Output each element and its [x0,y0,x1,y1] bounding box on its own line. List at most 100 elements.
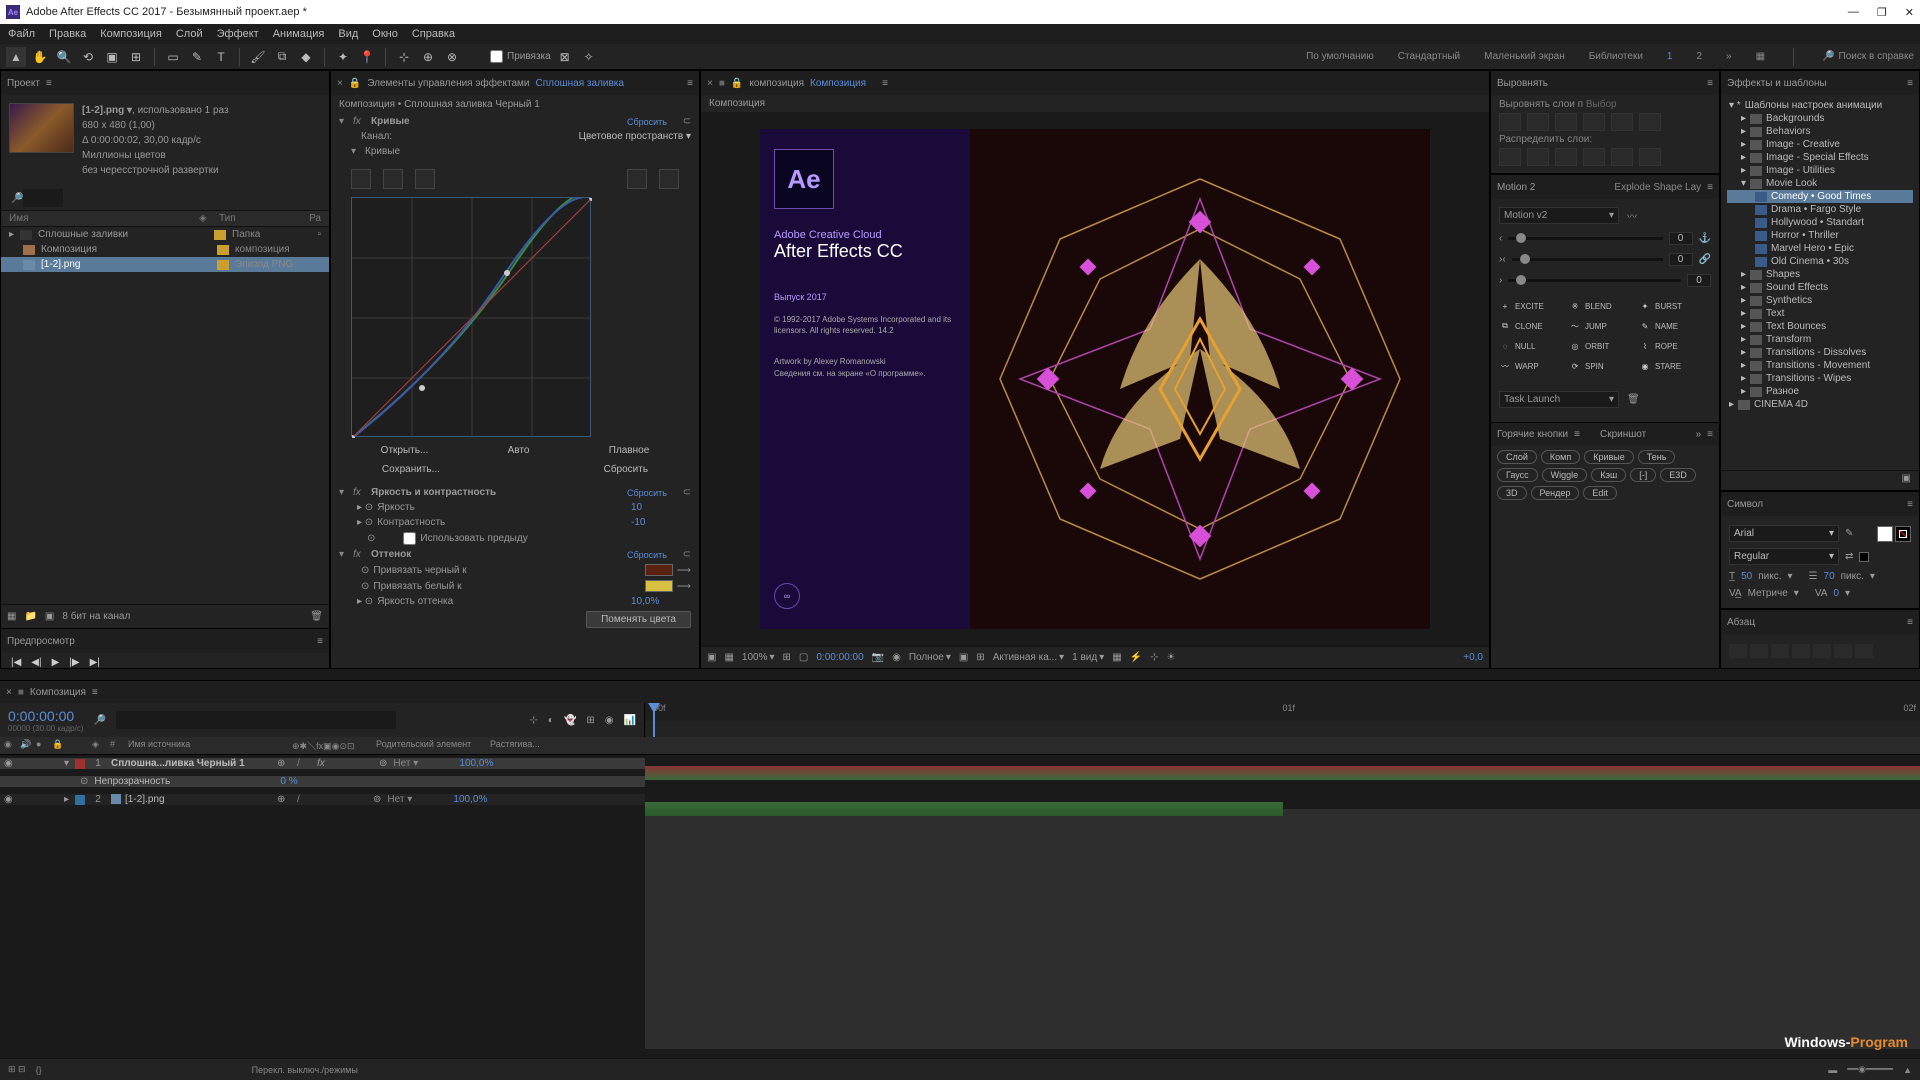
pixel-aspect-icon[interactable]: ▦ [1112,652,1121,663]
first-frame-icon[interactable]: |◀ [11,657,21,668]
panel-menu-icon[interactable]: ≡ [1907,78,1913,89]
curve-tool-bezier[interactable] [627,169,647,189]
maximize-icon[interactable]: ❐ [1877,6,1887,19]
snap-checkbox[interactable] [490,50,503,63]
swap-colors-icon[interactable]: ⇄ [1845,551,1853,562]
curve-smooth-btn[interactable]: Плавное [609,445,650,456]
curve-auto-btn[interactable]: Авто [508,445,530,456]
fill-color-swatch[interactable] [1877,526,1893,542]
shy-icon[interactable]: 👻 [564,715,576,726]
fx-curves-name[interactable]: Кривые [371,116,623,127]
project-search-input[interactable] [23,189,63,207]
flowchart-icon[interactable]: ⊹ [1150,652,1158,663]
view-axis-icon[interactable]: ⊗ [442,47,462,67]
ec-tab-layer[interactable]: Сплошная заливка [535,78,623,89]
transparency-grid-icon[interactable]: ▦ [724,652,733,663]
snap-opt2-icon[interactable]: ✧ [579,47,599,67]
motion-blur-icon[interactable]: ◉ [605,715,614,726]
always-preview-icon[interactable]: ▣ [707,652,716,663]
timeline-icon[interactable]: ⊞ [976,652,984,663]
align-bottom-icon[interactable] [1639,113,1661,131]
preset-drama[interactable]: Drama • Fargo Style [1727,203,1913,216]
frame-blend-icon[interactable]: ⊞ [586,715,594,726]
stare-button[interactable]: ◉STARE [1639,357,1707,375]
workspace-small[interactable]: Маленький экран [1484,51,1565,62]
slider-3[interactable] [1508,279,1681,282]
align-left-icon[interactable] [1499,113,1521,131]
exposure-value[interactable]: +0,0 [1463,652,1483,663]
toggle-switches-icon[interactable]: ⊞ ⊟ [8,1064,26,1075]
roi-icon[interactable]: ▢ [799,652,808,663]
rope-button[interactable]: ⌇ROPE [1639,337,1707,355]
menu-effect[interactable]: Эффект [217,28,259,40]
dist-vcenter-icon[interactable] [1527,148,1549,166]
zoom-tool-icon[interactable]: 🔍 [54,47,74,67]
motion-graph-icon[interactable]: 〰 [1627,208,1637,223]
default-colors-icon[interactable] [1859,552,1869,562]
align-tab[interactable]: Выровнять [1497,78,1548,89]
visibility-icon[interactable]: ◉ [4,758,16,769]
align-top-icon[interactable] [1583,113,1605,131]
draft3d-icon[interactable]: ◐ [548,715,554,726]
text-tool-icon[interactable]: T [211,47,231,67]
justify-center-icon[interactable] [1813,644,1831,658]
pill-layer[interactable]: Слой [1497,450,1537,464]
pill-render[interactable]: Рендер [1531,486,1580,500]
dist-bottom-icon[interactable] [1555,148,1577,166]
workspace-reset-icon[interactable]: ▦ [1756,51,1765,62]
pill-edit[interactable]: Edit [1583,486,1617,500]
name-button[interactable]: ✎NAME [1639,317,1707,335]
panel-menu-icon[interactable]: ≡ [882,78,888,89]
search-help-input[interactable]: Поиск в справке [1839,51,1914,62]
world-axis-icon[interactable]: ⊕ [418,47,438,67]
timeline-search-icon[interactable]: 🔎 [94,715,106,726]
layer-2-row[interactable]: ◉ ▸2 [1-2].png ⊕/ ⊚Нет ▾ 100,0% [0,794,645,806]
pill-shadow[interactable]: Тень [1638,450,1676,464]
fx-tint-name[interactable]: Оттенок [371,549,623,560]
bpc-toggle[interactable]: 8 бит на канал [62,611,130,622]
stretch-value[interactable]: 100,0% [453,794,487,805]
align-left-icon[interactable] [1729,644,1747,658]
prev-frame-icon[interactable]: ◀| [31,657,41,668]
hand-tool-icon[interactable]: ✋ [30,47,50,67]
panel-menu-icon[interactable]: ≡ [46,78,52,89]
curve-reset-btn[interactable]: Сбросить [604,464,648,475]
justify-left-icon[interactable] [1792,644,1810,658]
stretch-value[interactable]: 100,0% [459,758,493,769]
pen-tool-icon[interactable]: ✎ [187,47,207,67]
link-icon[interactable]: 🔗 [1699,254,1711,265]
pill-curves[interactable]: Кривые [1584,450,1634,464]
pill-comp[interactable]: Комп [1541,450,1580,464]
panel-menu-icon[interactable]: ≡ [1707,429,1713,440]
panel-menu-icon[interactable]: ≡ [92,687,98,698]
fx-reset[interactable]: Сбросить [627,550,667,560]
stroke-color-swatch[interactable] [1895,526,1911,542]
curve-mode-3[interactable] [415,169,435,189]
lock-icon[interactable]: 🔒 [731,78,743,89]
slider-1-value[interactable]: 0 [1669,232,1693,245]
panel-menu-icon[interactable]: ≡ [1707,182,1713,193]
burst-button[interactable]: ✦BURST [1639,297,1707,315]
preset-old-cinema[interactable]: Old Cinema • 30s [1727,255,1913,268]
task-launch-dropdown[interactable]: Task Launch▾ [1499,391,1619,408]
paragraph-tab[interactable]: Абзац [1727,617,1755,628]
project-item-footage[interactable]: [1-2].pngЭпизод PNG [1,257,329,272]
snap-opt1-icon[interactable]: ⊠ [555,47,575,67]
hotkeys-tab[interactable]: Горячие кнопки [1497,429,1568,440]
screenshot-tab[interactable]: Скриншот [1600,429,1646,440]
layer-1-row[interactable]: ◉ ▾1 Сплошна...ливка Черный 1 ⊕/fx ⊚Нет … [0,758,645,770]
null-button[interactable]: ◌NULL [1499,337,1567,355]
pill-wiggle[interactable]: Wiggle [1542,468,1588,482]
slider-2-value[interactable]: 0 [1669,253,1693,266]
orbit-button[interactable]: ◎ORBIT [1569,337,1637,355]
slider-2[interactable] [1512,258,1663,261]
menu-help[interactable]: Справка [412,28,455,40]
font-size-value[interactable]: 50 [1741,571,1752,582]
clone-tool-icon[interactable]: ⧉ [272,47,292,67]
playhead[interactable] [653,703,655,737]
blend-button[interactable]: ※BLEND [1569,297,1637,315]
preset-tree[interactable]: ▾ *Шаблоны настроек анимации ▸Background… [1721,95,1919,470]
tab-close-icon[interactable]: × [6,687,12,698]
zoom-slider[interactable]: ━━◉━━━━━ [1847,1064,1893,1075]
dist-top-icon[interactable] [1499,148,1521,166]
